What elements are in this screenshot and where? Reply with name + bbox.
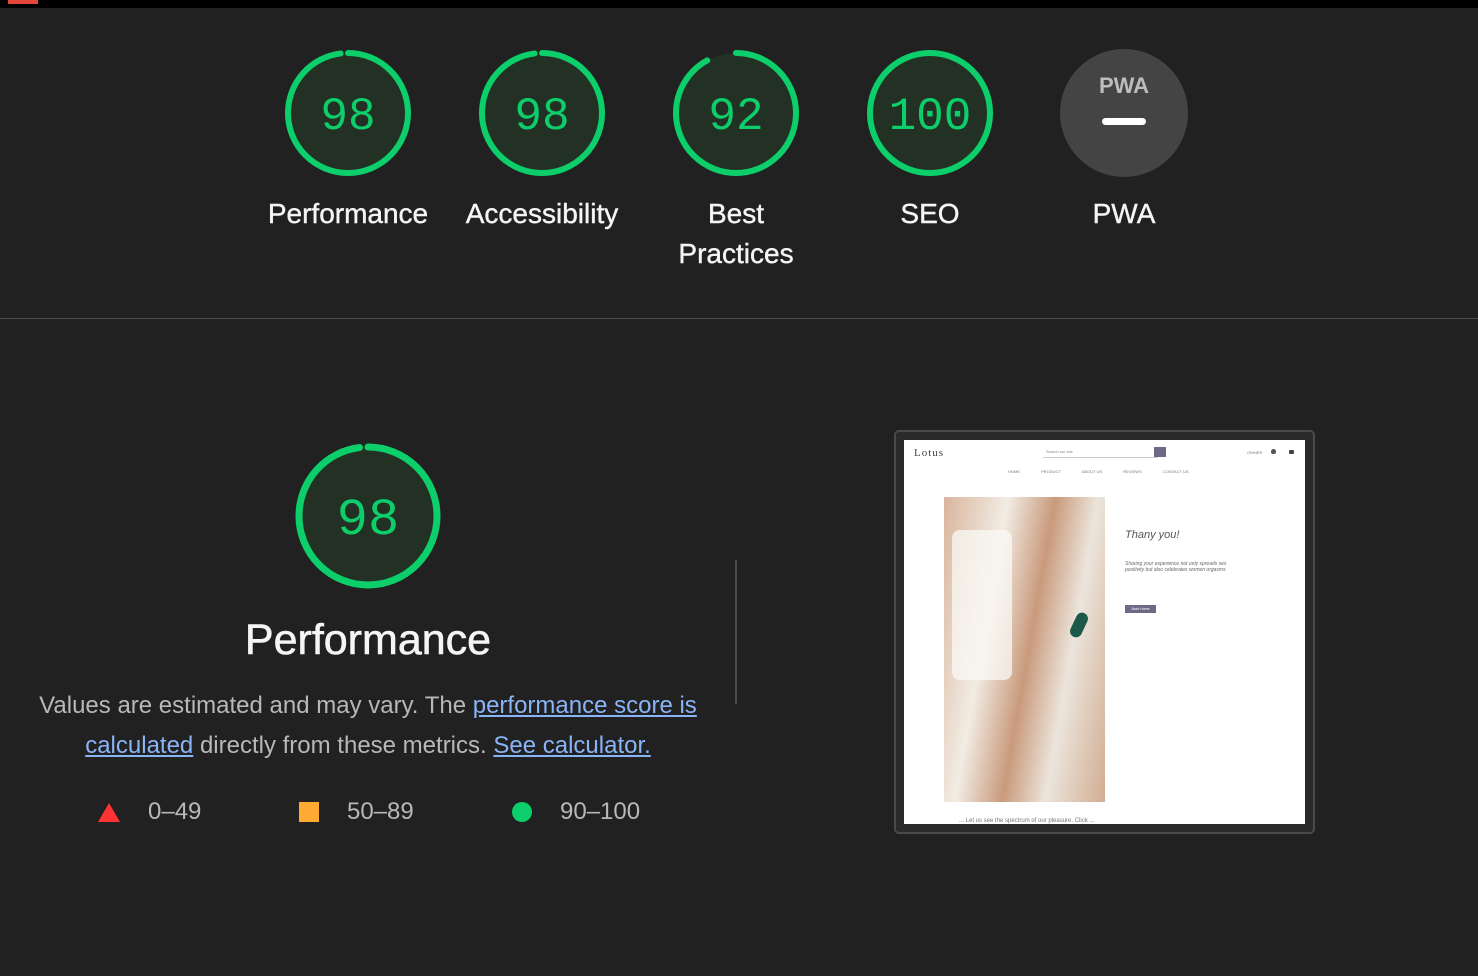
site-nav: HOME PRODUCT ABOUT US REVIEWS CONTACT US [1008, 469, 1209, 474]
legend-average: 50–89 [299, 798, 414, 826]
site-owner-label: OWNER [1247, 450, 1263, 455]
site-back-home-button: Back Home [1125, 605, 1156, 613]
gauge-best-practices[interactable]: 92 Best Practices [646, 48, 826, 274]
performance-gauge: 98 [295, 443, 441, 589]
gauge-label: Accessibility [465, 198, 619, 229]
pwa-dash-icon [1102, 118, 1146, 125]
site-logo: Lotus [914, 447, 945, 459]
legend-range: 0–49 [148, 798, 202, 825]
gauge-pwa[interactable]: PWA PWA [1034, 48, 1214, 234]
performance-title: Performance [244, 616, 492, 665]
gauge-ring: 92 [673, 50, 799, 176]
gauge-accessibility[interactable]: 98 Accessibility [452, 48, 632, 234]
site-nav-item: PRODUCT [1041, 469, 1061, 474]
top-strip [0, 0, 1478, 8]
gauge-score: 100 [889, 91, 972, 143]
legend-range: 50–89 [347, 798, 414, 825]
site-subtext: Sharing your experience not only spreads… [1125, 561, 1227, 573]
gauge-label: PWA [1092, 198, 1156, 229]
cart-icon [1289, 450, 1294, 454]
gauge-score: 98 [514, 91, 569, 143]
desc-text: Values are estimated and may vary. The [39, 692, 473, 719]
circle-icon [512, 802, 532, 822]
gauge-label: Performance [267, 198, 429, 229]
performance-description: Values are estimated and may vary. The p… [38, 686, 698, 766]
see-calculator-link[interactable]: See calculator. [493, 732, 650, 759]
top-strip-tab-indicator [8, 0, 38, 4]
section-divider [0, 318, 1478, 319]
site-bottom-text: ... Let us see the spectrum of our pleas… [959, 818, 1095, 824]
hero-photo-detail [952, 530, 1012, 680]
site-nav-item: ABOUT US [1081, 469, 1103, 474]
gauge-ring: 98 [479, 50, 605, 176]
gauge-label: SEO [900, 198, 960, 229]
square-icon [299, 802, 319, 822]
gauge-ring: 100 [867, 50, 993, 176]
pwa-badge-text: PWA [1099, 73, 1149, 98]
performance-score: 98 [337, 491, 399, 550]
gauge-score: 98 [320, 91, 375, 143]
site-heading: Thany you! [1125, 529, 1180, 541]
legend-fail: 0–49 [98, 798, 201, 826]
site-nav-item: REVIEWS [1123, 469, 1142, 474]
vertical-divider [735, 560, 737, 704]
pwa-badge: PWA [1060, 49, 1188, 177]
legend-range: 90–100 [560, 798, 641, 825]
legend-pass: 90–100 [512, 798, 640, 826]
site-nav-item: HOME [1008, 469, 1020, 474]
final-screenshot: Lotus Search our site OWNER HOME PRODUCT… [904, 440, 1305, 824]
triangle-icon [98, 802, 120, 822]
site-search-input: Search our site [1043, 447, 1158, 458]
performance-section: 98 Performance Values are estimated and … [0, 320, 1478, 976]
user-icon [1271, 449, 1276, 454]
gauge-score: 92 [708, 91, 763, 143]
desc-text: directly from these metrics. [193, 732, 494, 759]
gauge-ring: 98 [285, 50, 411, 176]
gauge-seo[interactable]: 100 SEO [840, 48, 1020, 234]
gauge-performance[interactable]: 98 Performance [258, 48, 438, 234]
final-screenshot-frame[interactable]: Lotus Search our site OWNER HOME PRODUCT… [894, 430, 1315, 834]
site-nav-item: CONTACT US [1162, 469, 1189, 474]
scores-summary: 98 Performance 98 Accessibility 92 Best … [0, 8, 1478, 318]
site-search-button [1154, 447, 1166, 457]
gauge-label: Best Practices [678, 198, 794, 269]
